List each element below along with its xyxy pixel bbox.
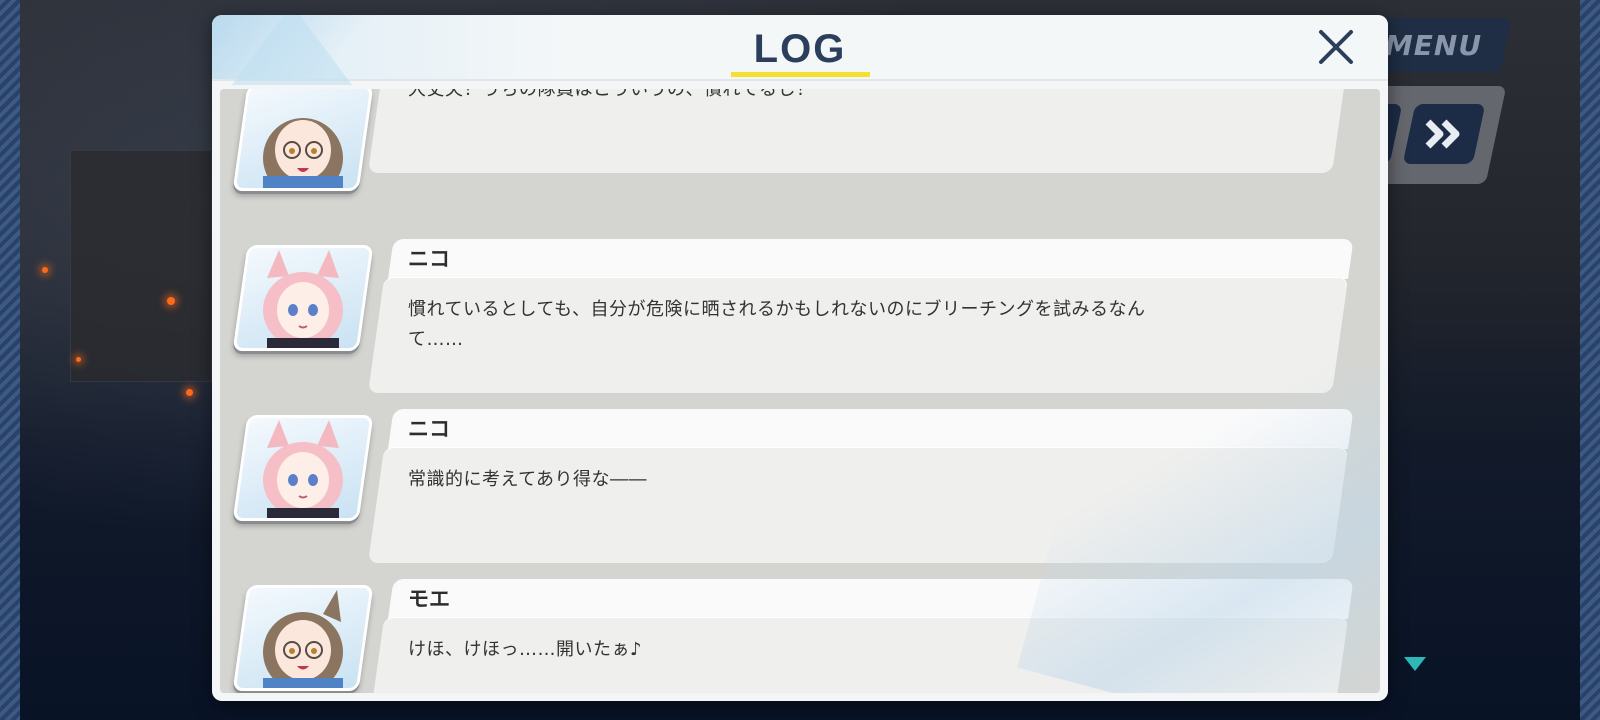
triangle-down-icon xyxy=(1404,657,1426,671)
screen-edge-right xyxy=(1580,0,1600,720)
title-underline xyxy=(731,72,870,77)
speaker-name: ニコ xyxy=(408,417,450,441)
log-window: LOG モエ 大丈夫！うちの隊員はこういうの、慣れてるし！ xyxy=(212,15,1388,701)
ember-particle xyxy=(167,297,175,305)
log-entry: ニコ 慣れているとしても、自分が危険に晒されるかもしれないのにブリーチングを試み… xyxy=(220,239,1380,399)
speaker-namebar xyxy=(388,579,1354,619)
dialogue-line: 常識的に考えてあり得な―― xyxy=(408,469,648,490)
dialogue-line: 慣れているとしても、自分が危険に晒されるかもしれないのにブリーチングを試みるなん xyxy=(408,299,1146,320)
menu-button-label: MENU xyxy=(1384,28,1482,62)
log-header: LOG xyxy=(212,15,1388,85)
dialogue-text: 大丈夫！うちの隊員はこういうの、慣れてるし！ xyxy=(408,89,1188,105)
log-scroll-area[interactable]: モエ 大丈夫！うちの隊員はこういうの、慣れてるし！ xyxy=(220,89,1380,693)
close-button[interactable] xyxy=(1316,27,1356,67)
ember-particle xyxy=(42,267,48,273)
dialogue-line: て…… xyxy=(408,329,464,350)
ember-particle xyxy=(76,357,81,362)
niko-portrait xyxy=(232,415,374,521)
niko-portrait xyxy=(232,245,374,351)
moe-portrait xyxy=(232,89,374,191)
skip-button[interactable] xyxy=(1402,104,1486,164)
background-building xyxy=(70,150,212,382)
ember-particle xyxy=(186,389,193,396)
fast-forward-icon xyxy=(1425,119,1460,149)
dialogue-line: 大丈夫！うちの隊員はこういうの、慣れてるし！ xyxy=(408,89,815,100)
niko-face-illustration xyxy=(263,420,343,518)
close-icon xyxy=(1319,30,1353,64)
speaker-name: モエ xyxy=(408,587,450,611)
dialogue-line: けほ、けほっ……開いたぁ♪ xyxy=(408,639,642,660)
log-entry: ニコ 常識的に考えてあり得な―― xyxy=(220,409,1380,569)
speaker-namebar xyxy=(388,409,1354,449)
dialogue-text: 常識的に考えてあり得な―― xyxy=(408,465,1188,495)
log-title: LOG xyxy=(753,27,847,71)
moe-portrait xyxy=(232,585,374,691)
moe-face-illustration xyxy=(263,590,343,688)
dialogue-text: けほ、けほっ……開いたぁ♪ xyxy=(408,635,1188,665)
log-entry: モエ けほ、けほっ……開いたぁ♪ xyxy=(220,579,1380,693)
speaker-name: ニコ xyxy=(408,247,450,271)
dialogue-text: 慣れているとしても、自分が危険に晒されるかもしれないのにブリーチングを試みるなん… xyxy=(408,295,1188,355)
log-entry: モエ 大丈夫！うちの隊員はこういうの、慣れてるし！ xyxy=(220,89,1380,191)
speaker-namebar xyxy=(388,239,1354,279)
screen-edge-left xyxy=(0,0,20,720)
niko-face-illustration xyxy=(263,250,343,348)
moe-face-illustration xyxy=(263,118,343,188)
